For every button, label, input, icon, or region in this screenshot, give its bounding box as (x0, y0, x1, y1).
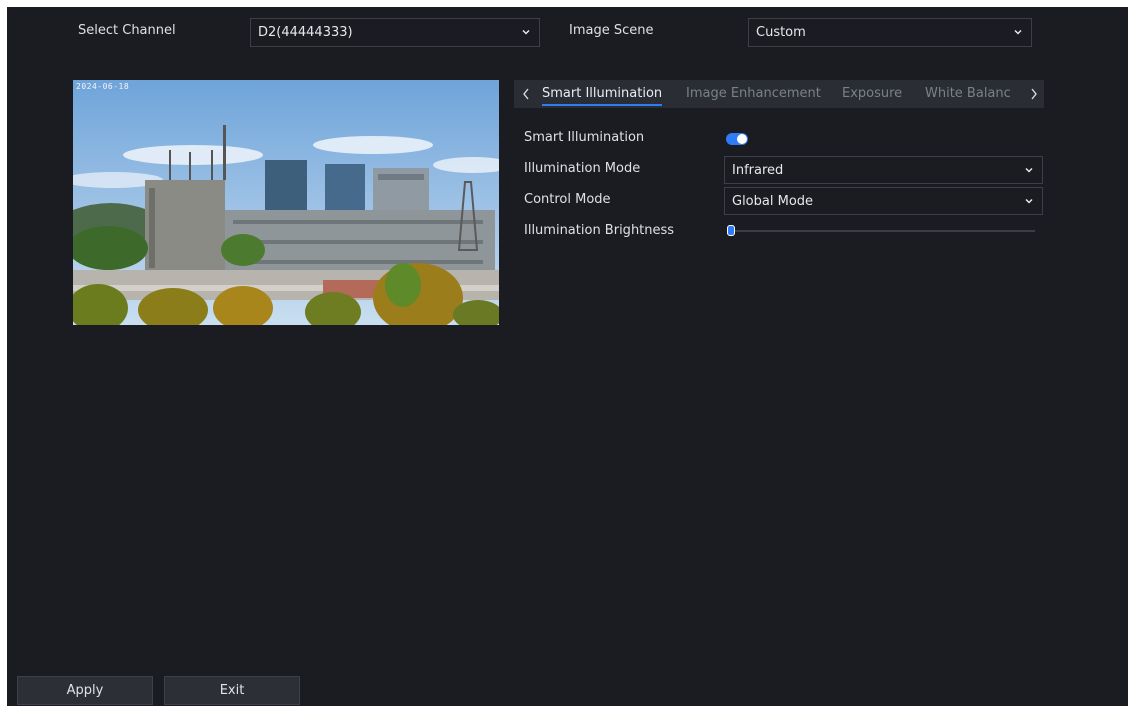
tab-image-enhancement[interactable]: Image Enhancement (686, 80, 821, 108)
control-mode-label: Control Mode (524, 192, 611, 207)
image-scene-label: Image Scene (569, 23, 654, 38)
control-mode-select[interactable]: Global Mode (724, 187, 1043, 215)
illumination-brightness-slider-track[interactable] (730, 230, 1035, 232)
illumination-brightness-slider-thumb[interactable] (727, 225, 735, 236)
illumination-brightness-label: Illumination Brightness (524, 223, 675, 238)
chevron-down-icon (521, 27, 531, 37)
chevron-left-icon[interactable] (522, 80, 530, 108)
smart-illumination-toggle[interactable] (726, 133, 748, 145)
chevron-right-icon[interactable] (1030, 80, 1038, 108)
chevron-down-icon (1024, 196, 1034, 206)
preview-osd-text: 2024-06-18 (76, 82, 130, 91)
chevron-down-icon (1013, 27, 1023, 37)
channel-select[interactable]: D2(44444333) (250, 18, 540, 47)
live-preview-image: 2024-06-18 (73, 80, 499, 325)
apply-button[interactable]: Apply (17, 676, 153, 705)
channel-select-value: D2(44444333) (258, 25, 353, 40)
toggle-knob (737, 134, 747, 144)
image-scene-select[interactable]: Custom (748, 18, 1032, 47)
tab-white-balance[interactable]: White Balanc (925, 80, 1011, 108)
exit-button[interactable]: Exit (164, 676, 300, 705)
tab-smart-illumination[interactable]: Smart Illumination (542, 80, 663, 108)
settings-tab-bar: Smart Illumination Image Enhancement Exp… (514, 80, 1044, 108)
smart-illumination-label: Smart Illumination (524, 130, 645, 145)
control-mode-value: Global Mode (732, 194, 814, 209)
chevron-down-icon (1024, 165, 1034, 175)
tab-exposure[interactable]: Exposure (842, 80, 902, 108)
image-scene-select-value: Custom (756, 25, 806, 40)
illumination-mode-label: Illumination Mode (524, 161, 641, 176)
select-channel-label: Select Channel (78, 23, 176, 38)
illumination-mode-value: Infrared (732, 163, 784, 178)
illumination-mode-select[interactable]: Infrared (724, 156, 1043, 184)
